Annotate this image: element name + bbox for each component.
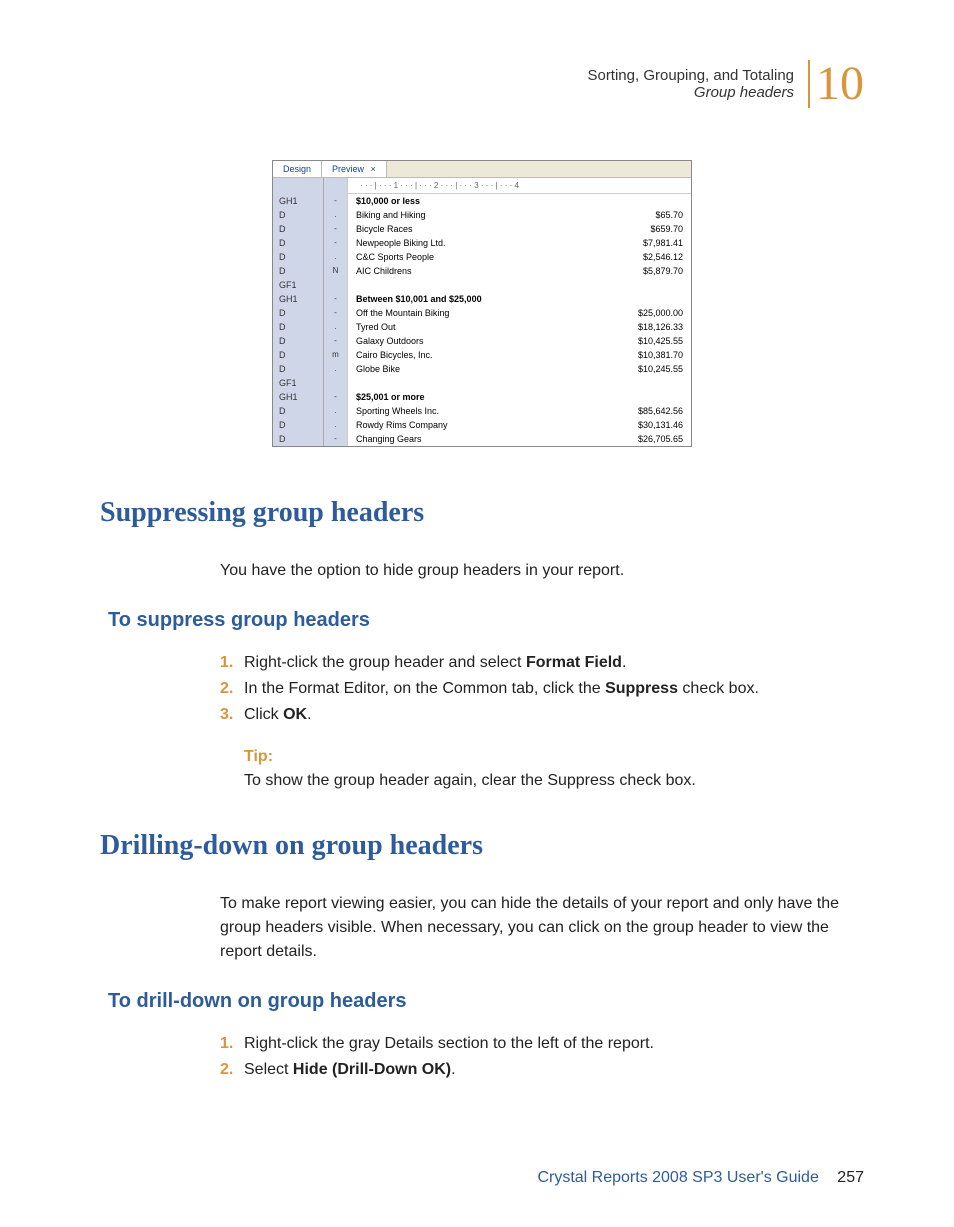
steps-list: 1.Right-click the gray Details section t… bbox=[220, 1035, 864, 1079]
section-label: D bbox=[273, 348, 323, 362]
row-name: Tyred Out bbox=[356, 320, 603, 334]
row-value: $65.70 bbox=[603, 208, 683, 222]
section-label: D bbox=[273, 250, 323, 264]
step-number: 3. bbox=[220, 706, 244, 724]
section-label: D bbox=[273, 306, 323, 320]
ruler: · · · | · · · 1 · · · | · · · 2 · · · | … bbox=[348, 178, 691, 194]
section-label: D bbox=[273, 432, 323, 446]
group-title: Between $10,001 and $25,000 bbox=[356, 292, 683, 306]
section-label: D bbox=[273, 362, 323, 376]
row-name: Off the Mountain Biking bbox=[356, 306, 603, 320]
row-value: $25,000.00 bbox=[603, 306, 683, 320]
section-title-drilling: Drilling-down on group headers bbox=[100, 830, 864, 862]
subtitle-suppress: To suppress group headers bbox=[108, 609, 864, 632]
section-label: GH1 bbox=[273, 390, 323, 404]
intro-text: To make report viewing easier, you can h… bbox=[220, 892, 864, 964]
row-value: $659.70 bbox=[603, 222, 683, 236]
step-item: 2.In the Format Editor, on the Common ta… bbox=[220, 680, 864, 698]
intro-text: You have the option to hide group header… bbox=[220, 559, 864, 583]
row-value: $2,546.12 bbox=[603, 250, 683, 264]
step-item: 2.Select Hide (Drill-Down OK). bbox=[220, 1061, 864, 1079]
section-label: D bbox=[273, 418, 323, 432]
section-column: GH1 D D D D D GF1 GH1 D D D D D GF1 GH1 … bbox=[273, 178, 323, 446]
section-title-suppressing: Suppressing group headers bbox=[100, 497, 864, 529]
step-item: 3.Click OK. bbox=[220, 706, 864, 724]
section-label: GF1 bbox=[273, 278, 323, 292]
step-number: 2. bbox=[220, 680, 244, 698]
page-footer: Crystal Reports 2008 SP3 User's Guide 25… bbox=[537, 1169, 864, 1187]
chapter-number: 10 bbox=[808, 60, 864, 108]
step-number: 2. bbox=[220, 1061, 244, 1079]
row-value: $10,245.55 bbox=[603, 362, 683, 376]
row-value: $10,381.70 bbox=[603, 348, 683, 362]
section-label: GF1 bbox=[273, 376, 323, 390]
row-name: Bicycle Races bbox=[356, 222, 603, 236]
step-number: 1. bbox=[220, 1035, 244, 1053]
row-name: Changing Gears bbox=[356, 432, 603, 446]
step-item: 1.Right-click the gray Details section t… bbox=[220, 1035, 864, 1053]
row-name: Rowdy Rims Company bbox=[356, 418, 603, 432]
subtitle-drilldown: To drill-down on group headers bbox=[108, 990, 864, 1013]
row-value: $85,642.56 bbox=[603, 404, 683, 418]
footer-title: Crystal Reports 2008 SP3 User's Guide bbox=[537, 1169, 818, 1186]
row-value: $10,425.55 bbox=[603, 334, 683, 348]
report-screenshot: Design Preview × GH1 D D D D D GF1 GH1 D… bbox=[272, 160, 692, 447]
page-header: Sorting, Grouping, and Totaling Group he… bbox=[587, 60, 864, 108]
tab-preview-label: Preview bbox=[332, 164, 364, 174]
group-title: $10,000 or less bbox=[356, 194, 683, 208]
section-label: D bbox=[273, 208, 323, 222]
row-name: Sporting Wheels Inc. bbox=[356, 404, 603, 418]
section-label: D bbox=[273, 320, 323, 334]
steps-list: 1.Right-click the group header and selec… bbox=[220, 654, 864, 724]
footer-page: 257 bbox=[837, 1169, 864, 1186]
section-label: GH1 bbox=[273, 292, 323, 306]
row-value: $30,131.46 bbox=[603, 418, 683, 432]
row-value: $7,981.41 bbox=[603, 236, 683, 250]
header-line2: Group headers bbox=[587, 84, 794, 101]
step-item: 1.Right-click the group header and selec… bbox=[220, 654, 864, 672]
section-label: D bbox=[273, 404, 323, 418]
tip-text: To show the group header again, clear th… bbox=[244, 772, 864, 790]
tip-label: Tip: bbox=[244, 748, 864, 766]
header-line1: Sorting, Grouping, and Totaling bbox=[587, 67, 794, 84]
row-name: AIC Childrens bbox=[356, 264, 603, 278]
row-value: $26,705.65 bbox=[603, 432, 683, 446]
row-name: Biking and Hiking bbox=[356, 208, 603, 222]
section-label: GH1 bbox=[273, 194, 323, 208]
section-label: D bbox=[273, 264, 323, 278]
screenshot-tabs: Design Preview × bbox=[273, 161, 691, 178]
row-name: Newpeople Biking Ltd. bbox=[356, 236, 603, 250]
section-label: D bbox=[273, 236, 323, 250]
row-value: $5,879.70 bbox=[603, 264, 683, 278]
row-value: $18,126.33 bbox=[603, 320, 683, 334]
close-icon[interactable]: × bbox=[371, 164, 376, 174]
step-number: 1. bbox=[220, 654, 244, 672]
row-name: Globe Bike bbox=[356, 362, 603, 376]
row-name: Galaxy Outdoors bbox=[356, 334, 603, 348]
report-content: · · · | · · · 1 · · · | · · · 2 · · · | … bbox=[347, 178, 691, 446]
group-title: $25,001 or more bbox=[356, 390, 683, 404]
tab-design[interactable]: Design bbox=[273, 161, 322, 177]
section-label: D bbox=[273, 222, 323, 236]
marker-column: -.- -.N --. -m. -..- bbox=[323, 178, 347, 446]
tab-preview[interactable]: Preview × bbox=[322, 161, 387, 177]
row-name: Cairo Bicycles, Inc. bbox=[356, 348, 603, 362]
row-name: C&C Sports People bbox=[356, 250, 603, 264]
section-label: D bbox=[273, 334, 323, 348]
